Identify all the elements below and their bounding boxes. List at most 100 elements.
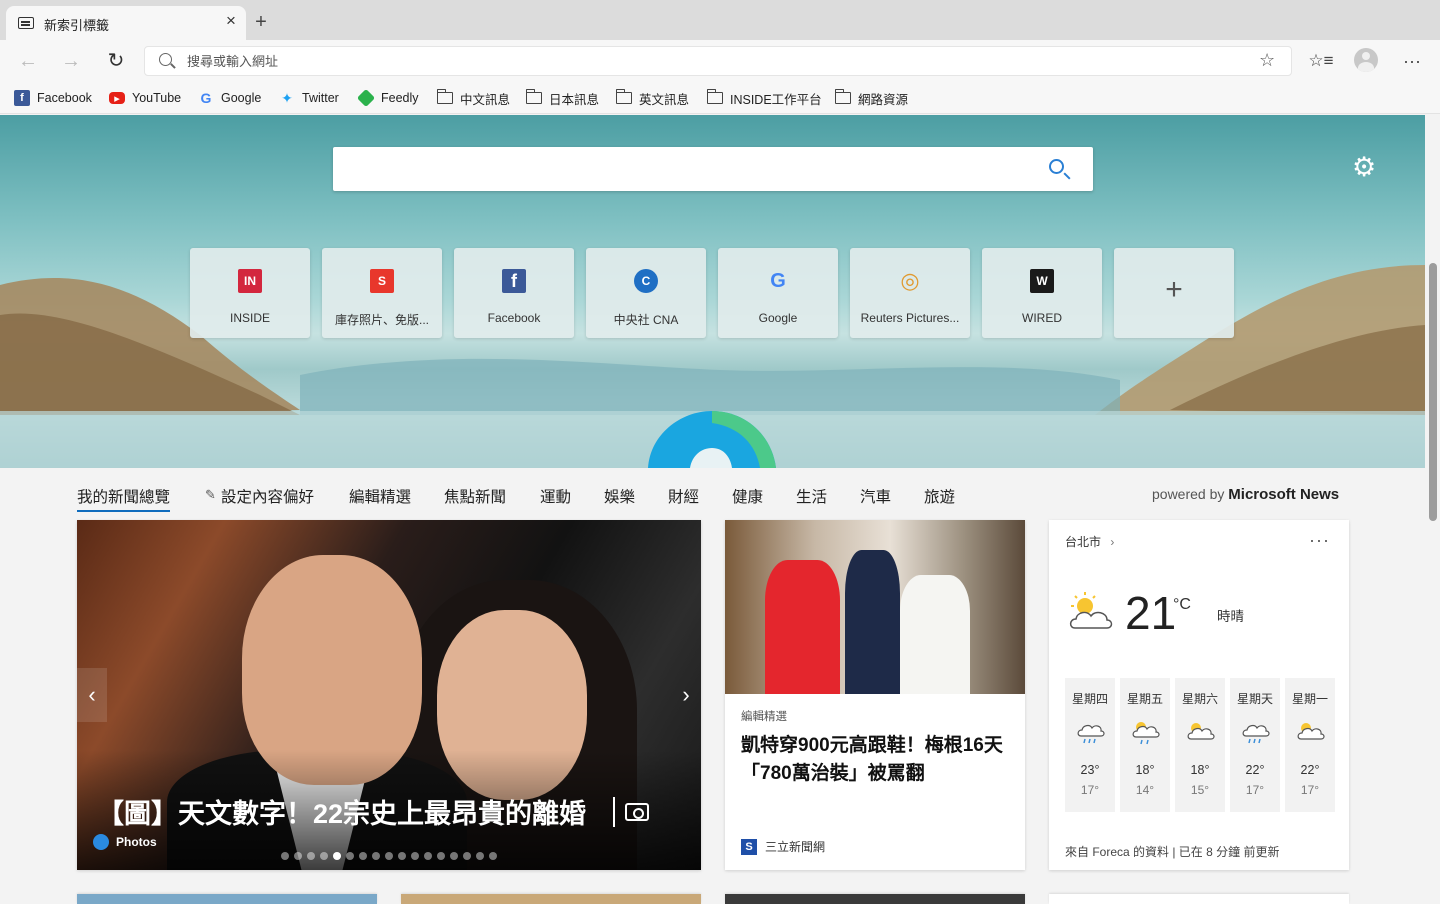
- weather-location[interactable]: 台北市 ›: [1065, 533, 1114, 550]
- news-card-peek[interactable]: [725, 894, 1025, 904]
- address-bar[interactable]: ☆: [144, 46, 1292, 76]
- news-card-peek[interactable]: [401, 894, 701, 904]
- quick-link-tile[interactable]: f Facebook: [454, 248, 574, 338]
- quick-link-tile[interactable]: C 中央社 CNA: [586, 248, 706, 338]
- bookmark-google[interactable]: G Google: [198, 89, 262, 107]
- bookmark-folder[interactable]: INSIDE工作平台: [706, 89, 822, 107]
- news-card[interactable]: 編輯精選 凱特穿900元高跟鞋！梅根16天「780萬治裝」被罵翻 S 三立新聞網: [725, 520, 1025, 870]
- search-icon[interactable]: [1049, 159, 1064, 174]
- news-photo: [725, 520, 1025, 694]
- slide-dot[interactable]: [333, 852, 341, 860]
- slide-dot[interactable]: [476, 852, 484, 860]
- slide-dot[interactable]: [385, 852, 393, 860]
- quick-link-label: Google: [758, 311, 798, 325]
- forecast-day[interactable]: 星期四 23° 17°: [1065, 678, 1115, 812]
- weather-data-source[interactable]: 來自 Foreca 的資料 | 已在 8 分鐘 前更新: [1065, 843, 1279, 860]
- slide-dot[interactable]: [320, 852, 328, 860]
- weather-card[interactable]: 台北市 › ··· 21 °C 時晴 星期四 23° 17° 星期五 18° 1…: [1049, 520, 1349, 870]
- add-quick-link-button[interactable]: +: [1114, 248, 1234, 338]
- forward-button[interactable]: →: [57, 48, 85, 74]
- forecast-day[interactable]: 星期五 18° 14°: [1120, 678, 1170, 812]
- quick-link-tile[interactable]: IN INSIDE: [190, 248, 310, 338]
- scrollbar-thumb[interactable]: [1429, 263, 1437, 521]
- quick-link-tile[interactable]: G Google: [718, 248, 838, 338]
- tab-sports[interactable]: 運動: [540, 485, 571, 507]
- news-headline[interactable]: 凱特穿900元高跟鞋！梅根16天「780萬治裝」被罵翻: [741, 732, 1011, 788]
- slide-dot[interactable]: [281, 852, 289, 860]
- tab-my-feed[interactable]: 我的新聞總覽: [77, 485, 171, 512]
- slide-dot[interactable]: [437, 852, 445, 860]
- previous-slide-button[interactable]: ‹: [77, 668, 107, 722]
- tab-entertainment[interactable]: 娛樂: [604, 485, 635, 507]
- quick-link-tile[interactable]: W WIRED: [982, 248, 1102, 338]
- favorites-icon[interactable]: ☆≡: [1308, 48, 1334, 74]
- bookmark-youtube[interactable]: ▸ YouTube: [109, 89, 181, 107]
- quick-link-tile[interactable]: S 庫存照片、免版...: [322, 248, 442, 338]
- forecast-low: 17°: [1300, 783, 1320, 797]
- bookmark-folder[interactable]: 英文訊息: [615, 89, 690, 107]
- slide-dot[interactable]: [346, 852, 354, 860]
- forecast-day-name: 星期一: [1291, 692, 1328, 706]
- gear-icon[interactable]: ⚙: [1352, 154, 1376, 181]
- next-slide-button[interactable]: ›: [671, 668, 701, 722]
- forecast-day-name: 星期五: [1126, 692, 1163, 706]
- tab-editors-picks[interactable]: 編輯精選: [349, 485, 411, 507]
- tab-top-stories[interactable]: 焦點新聞: [444, 485, 506, 507]
- search-icon: [159, 53, 172, 66]
- tab-new-tab[interactable]: 新索引標籤 ×: [6, 6, 246, 40]
- slide-dot[interactable]: [372, 852, 380, 860]
- tab-autos[interactable]: 汽車: [860, 485, 891, 507]
- address-input[interactable]: [187, 51, 1227, 71]
- folder-icon: [615, 89, 632, 104]
- forecast-day[interactable]: 星期一 22° 17°: [1285, 678, 1335, 812]
- rain-cloud-icon: [1242, 724, 1270, 744]
- tab-personalize[interactable]: 設定內容偏好: [221, 485, 314, 507]
- reload-button[interactable]: ↻: [102, 48, 130, 74]
- bookmark-feedly[interactable]: Feedly: [356, 88, 419, 108]
- bookmark-folder[interactable]: 網路資源: [834, 89, 908, 107]
- slide-dot[interactable]: [463, 852, 471, 860]
- slide-dot[interactable]: [411, 852, 419, 860]
- bookmark-label: YouTube: [132, 91, 182, 105]
- quick-link-label: Facebook: [487, 311, 541, 325]
- bookmark-folder[interactable]: 日本訊息: [525, 89, 599, 107]
- news-card-peek[interactable]: [1049, 894, 1349, 904]
- tab-lifestyle[interactable]: 生活: [796, 485, 827, 507]
- forecast-high: 18°: [1135, 763, 1155, 777]
- slide-dot[interactable]: [307, 852, 315, 860]
- more-menu-icon[interactable]: ···: [1399, 48, 1425, 74]
- slideshow-headline[interactable]: 【圖】天文數字！22宗史上最昂貴的離婚: [97, 792, 586, 831]
- source-label: Photos: [116, 835, 157, 849]
- bookmark-label: 英文訊息: [639, 92, 690, 107]
- powered-by-label[interactable]: powered by Microsoft News: [1152, 486, 1339, 503]
- slideshow-card[interactable]: ‹ › 【圖】天文數字！22宗史上最昂貴的離婚 Photos: [77, 520, 701, 870]
- temperature-unit[interactable]: °C: [1173, 596, 1191, 614]
- add-favorite-icon[interactable]: ☆: [1259, 50, 1275, 71]
- slide-dot[interactable]: [450, 852, 458, 860]
- tab-health[interactable]: 健康: [732, 485, 763, 507]
- slide-dot[interactable]: [398, 852, 406, 860]
- tab-strip: 新索引標籤 × +: [0, 0, 1440, 40]
- forecast-day[interactable]: 星期天 22° 17°: [1230, 678, 1280, 812]
- profile-avatar[interactable]: [1354, 48, 1378, 72]
- new-tab-button[interactable]: +: [250, 12, 272, 32]
- bookmark-folder[interactable]: 中文訊息: [436, 89, 510, 107]
- bookmark-facebook[interactable]: f Facebook: [14, 89, 92, 107]
- web-search-box[interactable]: [333, 147, 1093, 191]
- news-card-peek[interactable]: [77, 894, 377, 904]
- forecast-day[interactable]: 星期六 18° 15°: [1175, 678, 1225, 812]
- quick-link-tile[interactable]: ◎ Reuters Pictures...: [850, 248, 970, 338]
- bookmark-twitter[interactable]: ✦ Twitter: [279, 89, 339, 107]
- tab-finance[interactable]: 財經: [668, 485, 699, 507]
- back-button[interactable]: ←: [14, 48, 42, 74]
- slide-dot[interactable]: [489, 852, 497, 860]
- tab-close-button[interactable]: ×: [222, 12, 240, 30]
- setn-logo-icon: S: [741, 838, 757, 855]
- more-options-icon[interactable]: ···: [1309, 530, 1330, 551]
- tab-travel[interactable]: 旅遊: [924, 485, 955, 507]
- slide-dot[interactable]: [294, 852, 302, 860]
- slide-dot[interactable]: [359, 852, 367, 860]
- twitter-icon: ✦: [281, 89, 293, 106]
- quick-link-label: 中央社 CNA: [613, 313, 679, 327]
- slide-dot[interactable]: [424, 852, 432, 860]
